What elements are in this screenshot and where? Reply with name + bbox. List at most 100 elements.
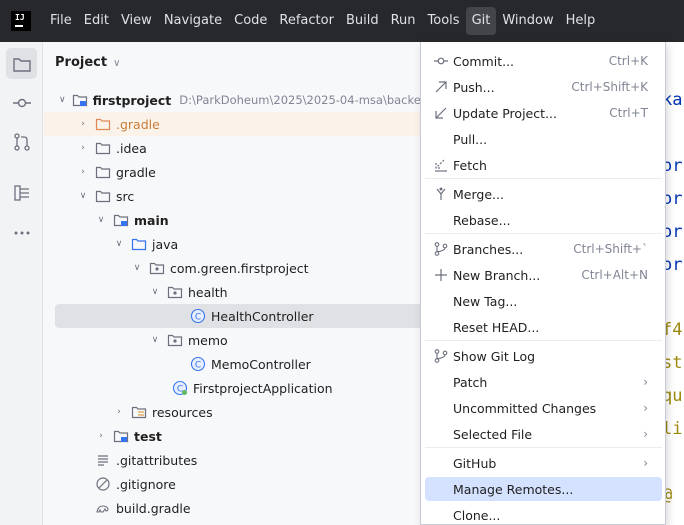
chevron-right-icon[interactable]: ›	[113, 406, 125, 418]
menu-item-update-project[interactable]: Update Project... Ctrl+T	[425, 101, 662, 125]
more-tools-button[interactable]	[6, 217, 37, 248]
tree-row[interactable]: ∨ src	[44, 184, 420, 208]
menu-item-show-git-log[interactable]: Show Git Log	[425, 344, 662, 368]
menu-item-push[interactable]: Push... Ctrl+Shift+K	[425, 75, 662, 99]
menu-item-commit[interactable]: Commit... Ctrl+K	[425, 49, 662, 73]
menu-item-label: Update Project...	[453, 105, 557, 121]
tree-label: java	[152, 236, 179, 252]
menu-view[interactable]: View	[115, 7, 158, 35]
update-icon	[433, 105, 449, 121]
menu-item-patch[interactable]: Patch ›	[425, 370, 662, 394]
gradle-icon	[95, 500, 111, 516]
menu-refactor[interactable]: Refactor	[273, 7, 340, 35]
tree-row[interactable]: C FirstprojectApplication	[44, 376, 420, 400]
project-path: D:\ParkDoheum\2025\2025-04-msa\backen	[179, 93, 429, 107]
fetch-icon	[433, 157, 449, 173]
tree-row[interactable]: ∨ health	[44, 280, 420, 304]
menu-item-rebase[interactable]: Rebase...	[425, 208, 662, 232]
pull-requests-tool-button[interactable]	[6, 126, 37, 157]
svg-text:C: C	[195, 361, 201, 371]
menu-item-branches[interactable]: Branches... Ctrl+Shift+`	[425, 237, 662, 261]
chevron-down-icon[interactable]: ∨	[59, 94, 66, 106]
menu-item-reset-head[interactable]: Reset HEAD...	[425, 315, 662, 339]
menu-item-label: Pull...	[453, 131, 488, 147]
project-tool-button[interactable]	[6, 48, 37, 79]
menu-item-merge[interactable]: Merge...	[425, 182, 662, 206]
menu-separator	[425, 340, 662, 341]
tree-row[interactable]: .gitattributes	[44, 448, 420, 472]
tree-row[interactable]: ∨ com.green.firstproject	[44, 256, 420, 280]
menu-separator	[425, 447, 662, 448]
project-view-selector[interactable]: Project ∨	[55, 55, 120, 70]
menu-item-manage-remotes[interactable]: Manage Remotes...	[425, 477, 662, 501]
branch-icon	[433, 241, 449, 257]
tree-row[interactable]: › test	[44, 424, 420, 448]
tree-label: FirstprojectApplication	[193, 380, 333, 396]
menu-item-uncommitted-changes[interactable]: Uncommitted Changes ›	[425, 396, 662, 420]
menu-navigate[interactable]: Navigate	[158, 7, 228, 35]
menu-item-label: Show Git Log	[453, 348, 536, 364]
chevron-right-icon[interactable]: ›	[77, 142, 89, 154]
menu-item-label: Commit...	[453, 53, 515, 69]
menu-item-new-tag[interactable]: New Tag...	[425, 289, 662, 313]
more-icon	[14, 231, 29, 234]
menu-item-github[interactable]: GitHub ›	[425, 451, 662, 475]
shortcut: Ctrl+Shift+`	[573, 242, 648, 256]
intellij-logo-icon[interactable]: IJ	[11, 11, 31, 31]
tree-label: .gitattributes	[116, 452, 198, 468]
structure-tool-button[interactable]	[6, 177, 37, 208]
tree-row[interactable]: ∨ firstproject D:\ParkDoheum\2025\2025-0…	[44, 88, 428, 112]
tree-label: HealthController	[211, 308, 314, 324]
menu-item-label: Clone...	[453, 507, 501, 523]
tree-row[interactable]: .gitignore	[44, 472, 420, 496]
class-icon: C	[190, 308, 206, 324]
merge-icon	[433, 186, 449, 202]
tree-row-selected[interactable]: C HealthController	[55, 304, 420, 328]
chevron-down-icon[interactable]: ∨	[131, 262, 143, 274]
chevron-down-icon[interactable]: ∨	[77, 190, 89, 202]
tree-row[interactable]: ∨ java	[44, 232, 420, 256]
tree-row[interactable]: C MemoController	[44, 352, 420, 376]
menu-file[interactable]: File	[44, 7, 78, 35]
folder-icon	[95, 116, 111, 132]
menu-item-fetch[interactable]: Fetch	[425, 153, 662, 177]
menu-item-selected-file[interactable]: Selected File ›	[425, 422, 662, 446]
chevron-right-icon[interactable]: ›	[77, 118, 89, 130]
menu-separator	[425, 178, 662, 179]
commit-icon	[12, 98, 31, 107]
tree-row[interactable]: build.gradle	[44, 496, 420, 520]
menu-tools[interactable]: Tools	[422, 7, 466, 35]
menu-item-new-branch[interactable]: New Branch... Ctrl+Alt+N	[425, 263, 662, 287]
chevron-down-icon[interactable]: ∨	[113, 238, 125, 250]
tool-window-strip	[0, 42, 43, 525]
chevron-right-icon[interactable]: ›	[95, 430, 107, 442]
menu-edit[interactable]: Edit	[78, 7, 115, 35]
menu-item-label: New Tag...	[453, 293, 518, 309]
tree-row[interactable]: › .idea	[44, 136, 420, 160]
menu-help[interactable]: Help	[560, 7, 602, 35]
ignore-file-icon	[95, 476, 111, 492]
menu-item-pull[interactable]: Pull...	[425, 127, 662, 151]
shortcut: Ctrl+K	[608, 54, 648, 68]
menu-separator	[425, 233, 662, 234]
menu-code[interactable]: Code	[228, 7, 273, 35]
title-bar: IJ File Edit View Navigate Code Refactor…	[0, 0, 684, 42]
menu-build[interactable]: Build	[340, 7, 385, 35]
tree-row[interactable]: ∨ memo	[44, 328, 420, 352]
menu-item-clone[interactable]: Clone...	[425, 503, 662, 525]
tree-row[interactable]: › gradle	[44, 160, 420, 184]
menu-window[interactable]: Window	[496, 7, 559, 35]
tree-row[interactable]: › resources	[44, 400, 420, 424]
commit-tool-button[interactable]	[6, 87, 37, 118]
module-folder-icon	[113, 212, 129, 228]
tree-row[interactable]: › .gradle	[44, 112, 420, 136]
menu-run[interactable]: Run	[385, 7, 422, 35]
chevron-right-icon[interactable]: ›	[77, 166, 89, 178]
package-icon	[149, 260, 165, 276]
tree-row[interactable]: ∨ main	[44, 208, 420, 232]
chevron-down-icon[interactable]: ∨	[95, 214, 107, 226]
chevron-down-icon[interactable]: ∨	[149, 286, 161, 298]
chevron-down-icon[interactable]: ∨	[149, 334, 161, 346]
chevron-down-icon: ∨	[113, 58, 121, 69]
menu-git[interactable]: Git	[465, 7, 497, 35]
